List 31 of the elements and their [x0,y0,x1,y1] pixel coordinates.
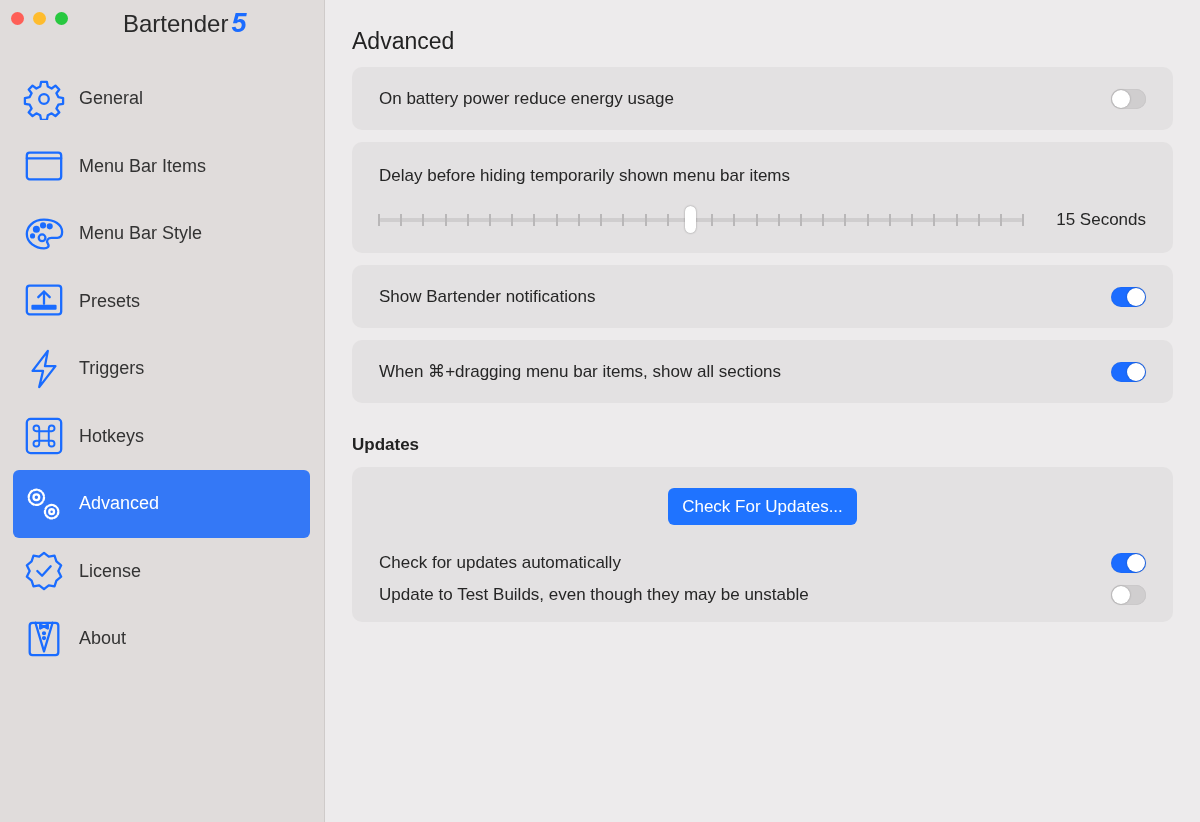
slider-value: 15 Seconds [1056,209,1146,230]
sidebar-item[interactable]: License [13,537,310,605]
setting-label: When ⌘+dragging menu bar items, show all sections [379,361,782,382]
badge-check-icon [23,550,65,593]
close-button[interactable] [11,11,24,25]
setting-label: On battery power reduce energy usage [379,88,674,109]
sidebar-item[interactable]: General [13,65,310,133]
sidebar-item[interactable]: Presets [13,267,310,335]
toggle-switch[interactable] [1111,553,1146,573]
toggle-switch[interactable] [1111,88,1146,109]
sidebar-item[interactable]: Hotkeys [13,402,310,470]
slider-thumb[interactable] [685,205,697,233]
page-title: Advanced [352,28,456,55]
zoom-button[interactable] [55,11,68,25]
sidebar-item[interactable]: Advanced [13,470,310,538]
setting-label: Delay before hiding temporarily shown menu bar items [379,165,792,186]
toggle-switch[interactable] [1111,361,1146,382]
sidebar-item[interactable]: Menu Bar Style [13,200,310,268]
minimize-button[interactable] [33,11,46,25]
setting-label: Show Bartender notifications [379,286,596,307]
setting-label: Update to Test Builds, even though they may be unstable [379,585,809,605]
check-updates-button[interactable]: Check For Updates... [668,488,857,525]
sidebar-item[interactable]: Menu Bar Items [13,132,310,200]
app-title: Bartender [123,10,229,38]
sidebar-item[interactable]: About [13,605,310,673]
setting-label: Check for updates automatically [379,553,621,573]
app-version: 5 [231,8,247,39]
sidebar-item[interactable]: Triggers [13,335,310,403]
toggle-switch[interactable] [1111,286,1146,307]
section-heading: Updates [352,435,421,455]
toggle-switch[interactable] [1111,585,1146,605]
